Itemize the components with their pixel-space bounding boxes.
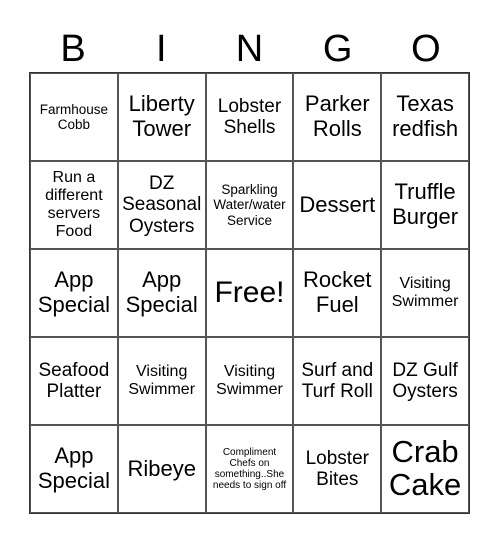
bingo-cell[interactable]: Lobster Shells bbox=[205, 73, 294, 161]
bingo-cell[interactable]: Visiting Swimmer bbox=[381, 249, 469, 337]
bingo-cell[interactable]: Texas redfish bbox=[381, 73, 469, 161]
header-letter-o: O bbox=[411, 28, 441, 70]
header-letter-b: B bbox=[60, 28, 86, 70]
header-letter-n: N bbox=[235, 28, 264, 70]
bingo-cell[interactable]: Truffle Burger bbox=[381, 161, 469, 249]
bingo-cell[interactable]: Ribeye bbox=[117, 425, 206, 513]
bingo-cell[interactable]: Visiting Swimmer bbox=[205, 337, 294, 425]
bingo-cell[interactable]: Farmhouse Cobb bbox=[30, 73, 118, 161]
bingo-header: B I N G O bbox=[29, 26, 470, 72]
bingo-cell[interactable]: Parker Rolls bbox=[293, 73, 382, 161]
bingo-cell[interactable]: DZ Seasonal Oysters bbox=[117, 161, 206, 249]
bingo-cell[interactable]: DZ Gulf Oysters bbox=[381, 337, 469, 425]
bingo-cell[interactable]: Crab Cake bbox=[381, 425, 469, 513]
bingo-cell[interactable]: Seafood Platter bbox=[30, 337, 118, 425]
bingo-cell[interactable]: App Special bbox=[30, 249, 118, 337]
bingo-cell[interactable]: Liberty Tower bbox=[117, 73, 206, 161]
bingo-cell[interactable]: Visiting Swimmer bbox=[117, 337, 206, 425]
bingo-board: Farmhouse Cobb Liberty Tower Lobster She… bbox=[29, 72, 470, 514]
bingo-cell[interactable]: Compliment Chefs on something..She needs… bbox=[205, 425, 294, 513]
header-letter-g: G bbox=[322, 28, 353, 70]
bingo-cell[interactable]: Sparkling Water/water Service bbox=[205, 161, 294, 249]
bingo-cell[interactable]: Lobster Bites bbox=[293, 425, 382, 513]
free-space-cell[interactable]: Free! bbox=[205, 249, 294, 337]
bingo-cell[interactable]: App Special bbox=[117, 249, 206, 337]
header-letter-i: I bbox=[156, 28, 167, 70]
bingo-cell[interactable]: Run a different servers Food bbox=[30, 161, 118, 249]
bingo-cell[interactable]: App Special bbox=[30, 425, 118, 513]
bingo-cell[interactable]: Dessert bbox=[293, 161, 382, 249]
bingo-cell[interactable]: Surf and Turf Roll bbox=[293, 337, 382, 425]
bingo-cell[interactable]: Rocket Fuel bbox=[293, 249, 382, 337]
